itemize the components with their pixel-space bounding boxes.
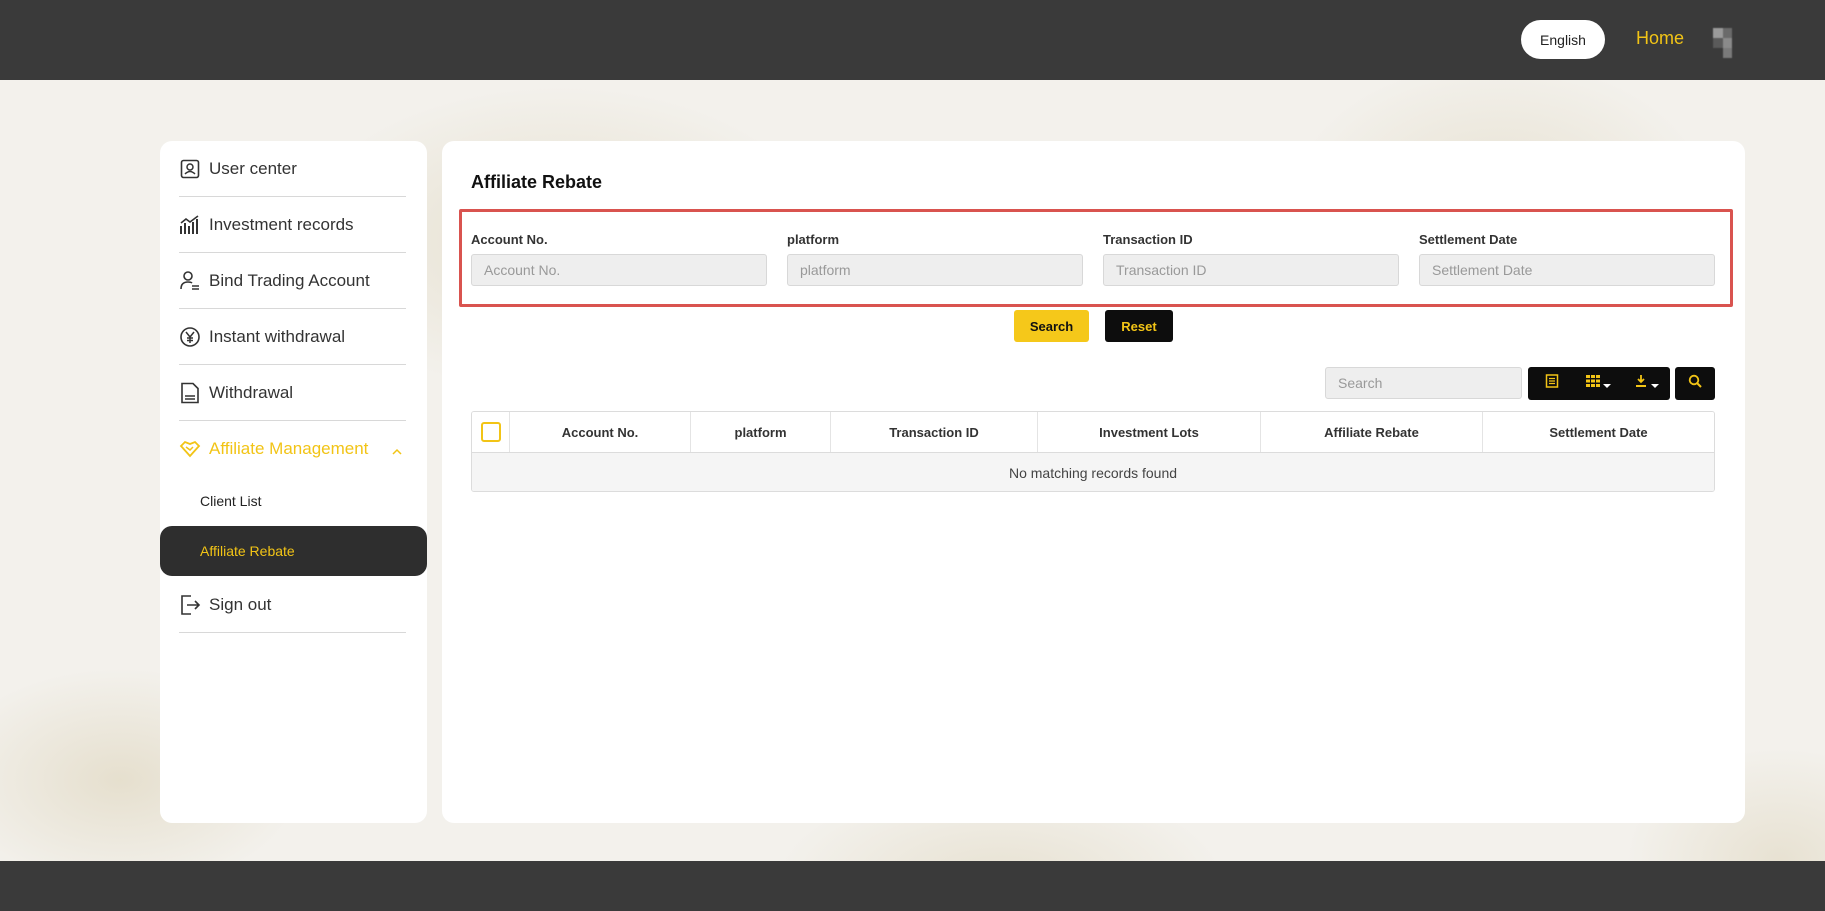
sidebar-item-label: Bind Trading Account	[209, 270, 370, 290]
filter-form: Account No. platform Transaction ID Sett…	[459, 209, 1733, 307]
table-search-input[interactable]	[1325, 367, 1522, 399]
footer	[0, 861, 1825, 911]
table-toolbar	[1528, 367, 1670, 400]
filter-label: platform	[787, 232, 839, 247]
bar-chart-icon	[179, 214, 201, 236]
filter-label: Settlement Date	[1419, 232, 1518, 247]
column-header[interactable]: Transaction ID	[831, 412, 1038, 452]
filter-settlement-date: Settlement Date	[1419, 232, 1715, 286]
platform-input[interactable]	[787, 254, 1083, 286]
home-link[interactable]: Home	[1636, 28, 1684, 49]
export-dropdown-button[interactable]	[1623, 367, 1670, 400]
export-icon	[1634, 374, 1648, 393]
table-header-row: Account No. platform Transaction ID Inve…	[472, 412, 1714, 453]
account-no-input[interactable]	[471, 254, 767, 286]
sidebar-item-label: User center	[209, 158, 297, 178]
filter-label: Transaction ID	[1103, 232, 1193, 247]
yen-coin-icon	[179, 326, 201, 348]
settlement-date-input[interactable]	[1419, 254, 1715, 286]
document-icon	[179, 382, 201, 404]
sidebar-item-affiliate-management[interactable]: Affiliate Management	[179, 421, 406, 477]
sidebar-item-withdrawal[interactable]: Withdrawal	[179, 365, 406, 421]
chevron-down-icon	[1603, 383, 1612, 388]
filter-account-no: Account No.	[471, 232, 767, 286]
sidebar-item-label: Affiliate Management	[209, 439, 369, 458]
advanced-search-button[interactable]	[1675, 367, 1715, 400]
filter-platform: platform	[787, 232, 1083, 286]
search-icon	[1688, 374, 1702, 393]
sidebar-item-investment-records[interactable]: Investment records	[179, 197, 406, 253]
sidebar-item-label: Investment records	[209, 214, 354, 234]
filter-transaction-id: Transaction ID	[1103, 232, 1399, 286]
sign-out-icon	[179, 594, 201, 616]
chevron-up-icon	[392, 443, 402, 461]
sidebar-item-sign-out[interactable]: Sign out	[179, 577, 406, 633]
sidebar-item-user-center[interactable]: User center	[179, 141, 406, 197]
sidebar-subitem-affiliate-rebate[interactable]: Affiliate Rebate	[160, 526, 427, 576]
list-view-icon	[1545, 374, 1559, 393]
sidebar-item-label: Sign out	[209, 594, 272, 614]
transaction-id-input[interactable]	[1103, 254, 1399, 286]
search-button[interactable]: Search	[1014, 310, 1089, 342]
sidebar-subitem-client-list[interactable]: Client List	[160, 476, 427, 526]
rebate-table: Account No. platform Transaction ID Inve…	[471, 411, 1715, 492]
filter-label: Account No.	[471, 232, 548, 247]
avatar[interactable]	[1713, 28, 1741, 58]
column-header[interactable]: platform	[691, 412, 831, 452]
main-panel: Affiliate Rebate Account No. platform Tr…	[442, 141, 1745, 823]
page-title: Affiliate Rebate	[471, 172, 603, 192]
sidebar-item-label: Instant withdrawal	[209, 326, 346, 346]
sidebar: User center Investment records Bind Trad…	[160, 141, 427, 823]
grid-icon	[1586, 374, 1601, 393]
toggle-view-button[interactable]	[1528, 367, 1575, 400]
reset-button[interactable]: Reset	[1105, 310, 1173, 342]
select-all-checkbox[interactable]	[480, 422, 501, 442]
column-header[interactable]: Investment Lots	[1038, 412, 1261, 452]
sidebar-item-bind-trading-account[interactable]: Bind Trading Account	[179, 253, 406, 309]
empty-row: No matching records found	[472, 453, 1714, 491]
sidebar-item-instant-withdrawal[interactable]: Instant withdrawal	[179, 309, 406, 365]
chevron-down-icon	[1650, 383, 1659, 388]
user-bind-icon	[179, 270, 201, 292]
sidebar-item-label: Withdrawal	[209, 382, 294, 402]
select-all-cell	[472, 412, 510, 452]
user-card-icon	[179, 158, 201, 180]
top-navbar: English Home	[0, 0, 1825, 80]
column-header[interactable]: Affiliate Rebate	[1261, 412, 1483, 452]
handshake-icon	[179, 438, 201, 460]
column-header[interactable]: Settlement Date	[1483, 412, 1714, 452]
language-button[interactable]: English	[1521, 20, 1605, 59]
columns-dropdown-button[interactable]	[1575, 367, 1622, 400]
column-header[interactable]: Account No.	[510, 412, 691, 452]
